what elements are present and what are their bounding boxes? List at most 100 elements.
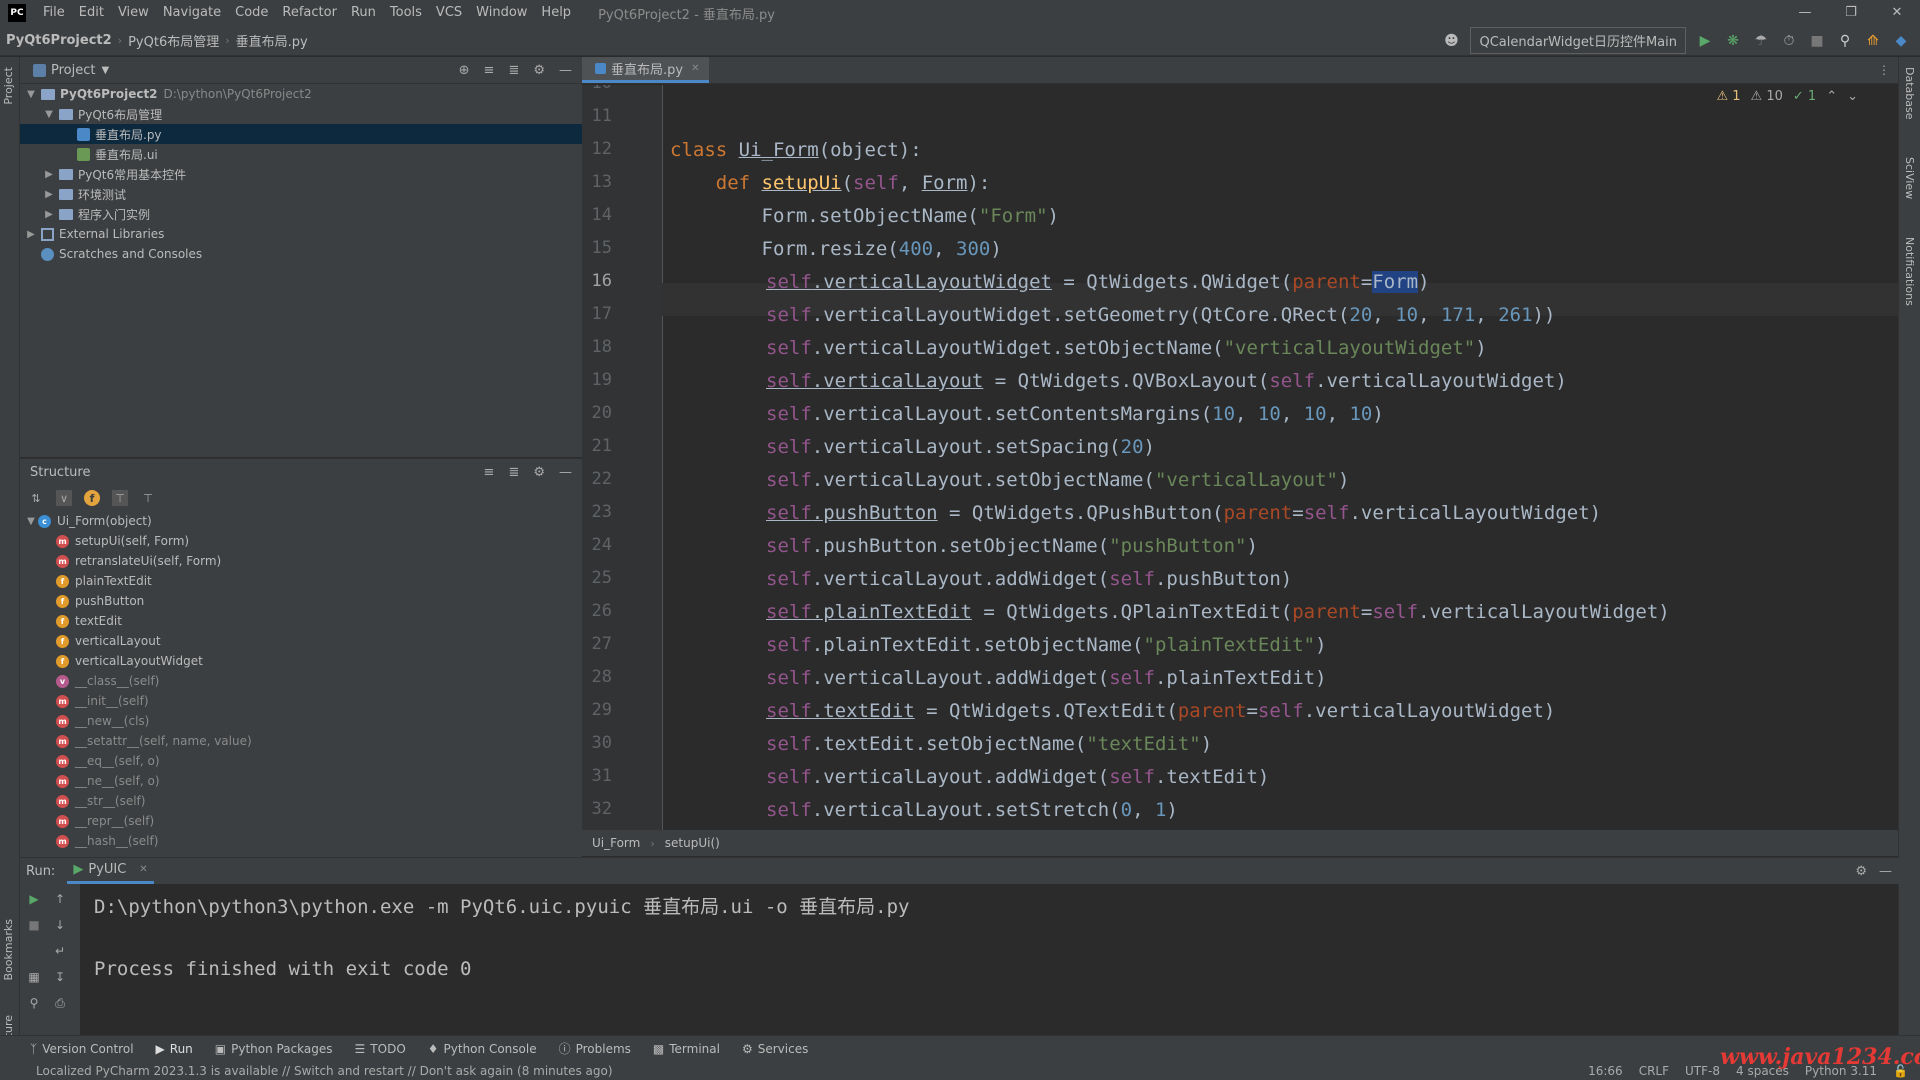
close-icon[interactable]: ✕ (139, 864, 147, 875)
structure-item[interactable]: m __init__(self) (20, 691, 582, 711)
restore-icon[interactable]: ❐ (1828, 0, 1874, 26)
structure-item[interactable]: m __new__(cls) (20, 711, 582, 731)
debug-icon[interactable]: ❋ (1724, 32, 1742, 50)
structure-item[interactable]: m __setattr__(self, name, value) (20, 731, 582, 751)
scroll-to-end-icon[interactable]: ↧ (52, 970, 68, 986)
hide-icon[interactable]: — (1879, 864, 1904, 879)
more-tabs-icon[interactable]: ⋮ (1878, 63, 1898, 83)
soft-wrap-icon[interactable]: ↵ (52, 944, 68, 960)
gear-icon[interactable]: ⚙ (533, 465, 545, 480)
menu-file[interactable]: File (36, 0, 72, 26)
chevron-up-icon[interactable]: ⌃ (1826, 89, 1837, 104)
pin-icon[interactable]: ⚲ (26, 996, 42, 1012)
tree-item-layout-folder[interactable]: ▼ PyQt6布局管理 (20, 104, 582, 124)
chevron-down-icon[interactable]: ▼ (24, 516, 38, 527)
structure-item[interactable]: f plainTextEdit (20, 571, 582, 591)
hide-icon[interactable]: — (559, 63, 572, 78)
print-icon[interactable]: ⎙ (52, 996, 68, 1012)
caret-position[interactable]: 16:66 (1588, 1064, 1623, 1078)
menu-tools[interactable]: Tools (383, 0, 429, 26)
structure-item[interactable]: m __eq__(self, o) (20, 751, 582, 771)
close-icon[interactable]: ✕ (1874, 0, 1920, 26)
menu-run[interactable]: Run (344, 0, 383, 26)
chevron-right-icon[interactable]: ▶ (42, 169, 56, 180)
expand-all-icon[interactable]: ≡ (484, 465, 495, 480)
menu-navigate[interactable]: Navigate (156, 0, 228, 26)
show-inherited-icon[interactable]: ∨ (56, 490, 72, 506)
notifications-tool-button[interactable]: Notifications (1903, 237, 1916, 306)
locate-icon[interactable]: ⊕ (459, 63, 470, 78)
arrow-up-icon[interactable]: ↑ (52, 892, 68, 908)
expand-all-icon[interactable]: ≡ (484, 63, 495, 78)
structure-item[interactable]: m __repr__(self) (20, 811, 582, 831)
tool-version-control[interactable]: ᛉ Version Control (30, 1042, 134, 1056)
database-tool-button[interactable]: Database (1903, 67, 1916, 120)
gear-icon[interactable]: ⚙ (1855, 864, 1867, 879)
rerun-icon[interactable]: ▶ (26, 892, 42, 908)
user-icon[interactable]: ☻ (1442, 32, 1460, 50)
minimize-icon[interactable]: — (1782, 0, 1828, 26)
stop-icon[interactable]: ■ (26, 918, 42, 934)
run-tab-pyuic[interactable]: ▶ PyUIC ✕ (67, 858, 154, 884)
inspection-widget[interactable]: ⚠ 1 ⚠ 10 ✓ 1 ⌃ ⌄ (1716, 89, 1858, 104)
sort-alpha-icon[interactable]: ⇅ (28, 490, 44, 506)
bookmarks-tool-button[interactable]: Bookmarks (2, 919, 15, 980)
menu-vcs[interactable]: VCS (429, 0, 469, 26)
collapse-all-icon[interactable]: ≣ (508, 63, 519, 78)
file-encoding[interactable]: UTF-8 (1685, 1064, 1720, 1078)
menu-view[interactable]: View (111, 0, 156, 26)
structure-item[interactable]: f verticalLayoutWidget (20, 651, 582, 671)
menu-window[interactable]: Window (469, 0, 534, 26)
collapse-all-icon[interactable]: ≣ (508, 465, 519, 480)
close-icon[interactable]: ✕ (691, 63, 699, 74)
tool-terminal[interactable]: ▩ Terminal (653, 1042, 720, 1056)
tree-item-widgets-folder[interactable]: ▶ PyQt6常用基本控件 (20, 164, 582, 184)
tree-item-external-libraries[interactable]: ▶ External Libraries (20, 224, 582, 244)
chevron-right-icon[interactable]: ▶ (42, 209, 56, 220)
stop-icon[interactable]: ■ (1808, 32, 1826, 50)
tool-services[interactable]: ⚙ Services (742, 1042, 808, 1056)
structure-item[interactable]: m __hash__(self) (20, 831, 582, 851)
layout-icon[interactable]: ▦ (26, 970, 42, 986)
run-configuration-select[interactable]: QCalendarWidget日历控件Main (1470, 27, 1686, 54)
tool-python-packages[interactable]: ▣ Python Packages (215, 1042, 333, 1056)
tree-item-env-folder[interactable]: ▶ 环境测试 (20, 184, 582, 204)
coverage-icon[interactable]: ☂ (1752, 32, 1770, 50)
structure-item[interactable]: m __ne__(self, o) (20, 771, 582, 791)
breadcrumb-class[interactable]: Ui_Form (592, 836, 640, 850)
tool-run[interactable]: ▶ Run (156, 1042, 193, 1056)
tree-item-scratches[interactable]: Scratches and Consoles (20, 244, 582, 264)
menu-refactor[interactable]: Refactor (275, 0, 344, 26)
run-icon[interactable]: ▶ (1696, 32, 1714, 50)
line-separator[interactable]: CRLF (1639, 1064, 1669, 1078)
structure-item[interactable]: f verticalLayout (20, 631, 582, 651)
project-tool-button[interactable]: Project (2, 67, 15, 105)
profile-icon[interactable]: ⏱ (1780, 32, 1798, 50)
tab-vertical-layout-py[interactable]: 垂直布局.py ✕ (582, 57, 710, 83)
chevron-down-icon[interactable]: ▼ (42, 109, 56, 120)
breadcrumb-folder[interactable]: PyQt6布局管理 (122, 31, 225, 50)
tree-item-project-root[interactable]: ▼ PyQt6Project2 D:\python\PyQt6Project2 (20, 84, 582, 104)
filter-funnel-icon[interactable]: ⊤ (140, 490, 156, 506)
menu-code[interactable]: Code (228, 0, 275, 26)
tree-item-intro-folder[interactable]: ▶ 程序入门实例 (20, 204, 582, 224)
search-icon[interactable]: ⚲ (1836, 32, 1854, 50)
menu-help[interactable]: Help (534, 0, 578, 26)
tool-problems[interactable]: ⓘ Problems (559, 1040, 631, 1057)
structure-item[interactable]: ▼ c Ui_Form(object) (20, 511, 582, 531)
gear-icon[interactable]: ⚙ (533, 63, 545, 78)
hide-icon[interactable]: — (559, 465, 572, 480)
status-message[interactable]: Localized PyCharm 2023.1.3 is available … (36, 1064, 613, 1078)
chevron-right-icon[interactable]: ▶ (42, 189, 56, 200)
breadcrumb-method[interactable]: setupUi() (665, 836, 720, 850)
chevron-down-icon[interactable]: ⌄ (1847, 89, 1858, 104)
chevron-right-icon[interactable]: ▶ (24, 229, 38, 240)
structure-item[interactable]: f textEdit (20, 611, 582, 631)
structure-item[interactable]: m setupUi(self, Form) (20, 531, 582, 551)
menu-edit[interactable]: Edit (72, 0, 111, 26)
show-fields-icon[interactable]: f (84, 490, 100, 506)
structure-item[interactable]: m __str__(self) (20, 791, 582, 811)
breadcrumb-file[interactable]: 垂直布局.py (230, 31, 314, 50)
code-editor[interactable]: 10 11 12 13 14 15 16 17 18 19 20 21 22 23 24 25 26 27 28 29… (582, 85, 1898, 830)
tree-item-vertical-layout-ui[interactable]: 垂直布局.ui (20, 144, 582, 164)
